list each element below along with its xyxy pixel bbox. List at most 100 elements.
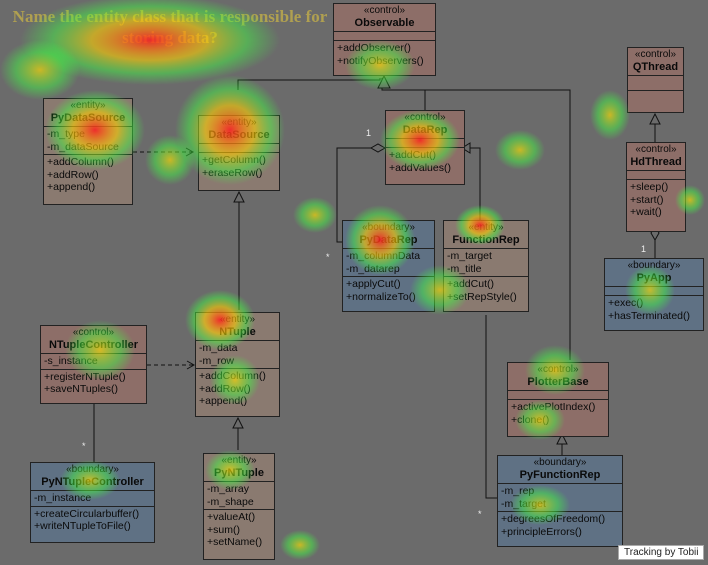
attributes: -m_type -m_dataSource [44, 127, 132, 155]
operation: +degreesOfFreedom() [501, 513, 606, 525]
class-name: QThread [632, 61, 679, 73]
operation: +start() [630, 193, 664, 206]
operation: +eraseRow() [202, 166, 263, 179]
class-name: NTupleController [48, 339, 138, 351]
class-ntuplecontroller: «control» NTupleController -s_instance +r… [40, 325, 147, 404]
operation: +activePlotIndex() [511, 401, 596, 413]
attributes: -m_data -m_row [196, 341, 279, 369]
attribute: -m_instance [34, 492, 92, 504]
attribute: -m_title [447, 262, 482, 275]
class-plotterbase: «control» PlotterBase +activePlotIndex() … [507, 362, 609, 437]
operations: +registerNTuple() +saveNTuples() [41, 370, 146, 397]
operation: +createCircularbuffer() [34, 507, 140, 520]
class-name: FunctionRep [452, 234, 520, 246]
attribute: -m_data [199, 342, 238, 354]
attribute: -m_target [447, 250, 492, 262]
class-ntuple: «entity» NTuple -m_data -m_row +addColumn… [195, 312, 280, 417]
operation: +setName() [207, 536, 263, 548]
class-datasource: «entity» DataSource +getColumn() +eraseRo… [198, 115, 280, 191]
class-functionrep: «entity» FunctionRep -m_target -m_title +… [443, 220, 529, 312]
stereotype: «entity» [219, 314, 256, 325]
operation: +normalizeTo() [346, 290, 416, 303]
stereotype: «boundary» [66, 464, 119, 475]
stereotype: «control» [634, 49, 677, 60]
attributes: -s_instance [41, 354, 146, 370]
operations: +degreesOfFreedom() +principleErrors() [498, 512, 622, 539]
operation: +getColumn() [202, 154, 266, 166]
operations: +activePlotIndex() +clone() [508, 400, 608, 427]
class-name: DataSource [208, 129, 270, 141]
attributes: -m_rep -m_target [498, 484, 622, 512]
operation: +setRepStyle() [447, 290, 517, 303]
class-datarep: «control» DataRep +addCut() +addValues() [385, 110, 465, 185]
operation: +applyCut() [346, 278, 401, 290]
tracking-watermark: Tracking by Tobii [618, 545, 705, 560]
stereotype: «boundary» [533, 457, 587, 468]
stereotype: «control» [537, 364, 579, 375]
operation: +addCut() [389, 149, 436, 161]
class-pyntuple: «entity» PyNTuple -m_array -m_shape +valu… [203, 453, 275, 560]
attributes: -m_array -m_shape [204, 482, 274, 510]
operation: +append() [199, 395, 248, 407]
attribute: -m_rep [501, 485, 535, 497]
class-name: PyApp [636, 272, 672, 284]
operation: +addCut() [447, 278, 494, 290]
operations: +addCut() +addValues() [386, 148, 464, 175]
attribute: -m_target [501, 497, 546, 510]
operations: +getColumn() +eraseRow() [199, 153, 279, 180]
operation: +addValues() [389, 161, 451, 174]
attributes [628, 76, 683, 91]
multiplicity-label: * [478, 509, 482, 519]
stereotype: «entity» [468, 222, 504, 233]
stereotype: «entity» [221, 117, 257, 128]
class-pydatarep: «boundary» PyDataRep -m_columnData -m_dat… [342, 220, 435, 312]
operations: +addColumn() +addRow() +append() [196, 369, 279, 409]
class-name: PyDataRep [359, 234, 418, 246]
operation: +addRow() [47, 168, 99, 181]
class-name: PyNTuple [214, 467, 264, 479]
stereotype: «boundary» [627, 260, 681, 271]
class-name: HdThread [630, 156, 682, 168]
operation: +registerNTuple() [44, 370, 126, 383]
attributes [508, 391, 608, 400]
class-pyntuplecontroller: «boundary» PyNTupleController -m_instance… [30, 462, 155, 543]
class-observable: «control» Observable +addObserver() +noti… [333, 3, 436, 76]
stereotype: «entity» [70, 100, 106, 111]
class-qthread: «control» QThread [627, 47, 684, 113]
class-name: PlotterBase [527, 376, 589, 388]
multiplicity-label: 1 [641, 244, 647, 254]
stereotype: «control» [363, 5, 406, 16]
operation: +wait() [630, 206, 662, 218]
operation: +valueAt() [207, 511, 256, 523]
operations: +createCircularbuffer() +writeNTupleToFi… [31, 507, 154, 534]
attribute: -m_datarep [346, 262, 400, 275]
class-name: DataRep [402, 124, 448, 136]
attribute: -m_columnData [346, 250, 421, 262]
attribute: -s_instance [44, 355, 98, 367]
stereotype: «control» [72, 327, 115, 338]
generalization-arrowhead [232, 416, 244, 429]
class-pyapp: «boundary» PyApp +exec() +hasTerminated() [604, 258, 704, 331]
attributes [605, 287, 703, 296]
operations: +applyCut() +normalizeTo() [343, 277, 434, 304]
attributes: -m_columnData -m_datarep [343, 249, 434, 277]
attribute: -m_row [199, 354, 235, 367]
uml-class-diagram: Name the entity class that is responsibl… [0, 0, 708, 565]
operation: +notifyObservers() [337, 54, 424, 67]
generalization-datasource-observable [237, 78, 381, 90]
class-name: PyNTupleController [41, 476, 144, 488]
stereotype: «control» [635, 144, 677, 155]
class-name: NTuple [219, 326, 256, 338]
operation: +hasTerminated() [608, 309, 690, 322]
multiplicity-label: * [82, 441, 86, 451]
attributes: -m_target -m_title [444, 249, 528, 277]
generalization-arrowhead [649, 112, 661, 125]
operation: +sum() [207, 523, 240, 536]
class-pyfunctionrep: «boundary» PyFunctionRep -m_rep -m_target… [497, 455, 623, 547]
operation: +addColumn() [47, 156, 114, 168]
operations: +addCut() +setRepStyle() [444, 277, 528, 304]
operation: +principleErrors() [501, 525, 582, 538]
operations: +addColumn() +addRow() +append() [44, 155, 132, 195]
operations: +sleep() +start() +wait() [627, 180, 685, 220]
attribute: -m_shape [207, 495, 254, 508]
